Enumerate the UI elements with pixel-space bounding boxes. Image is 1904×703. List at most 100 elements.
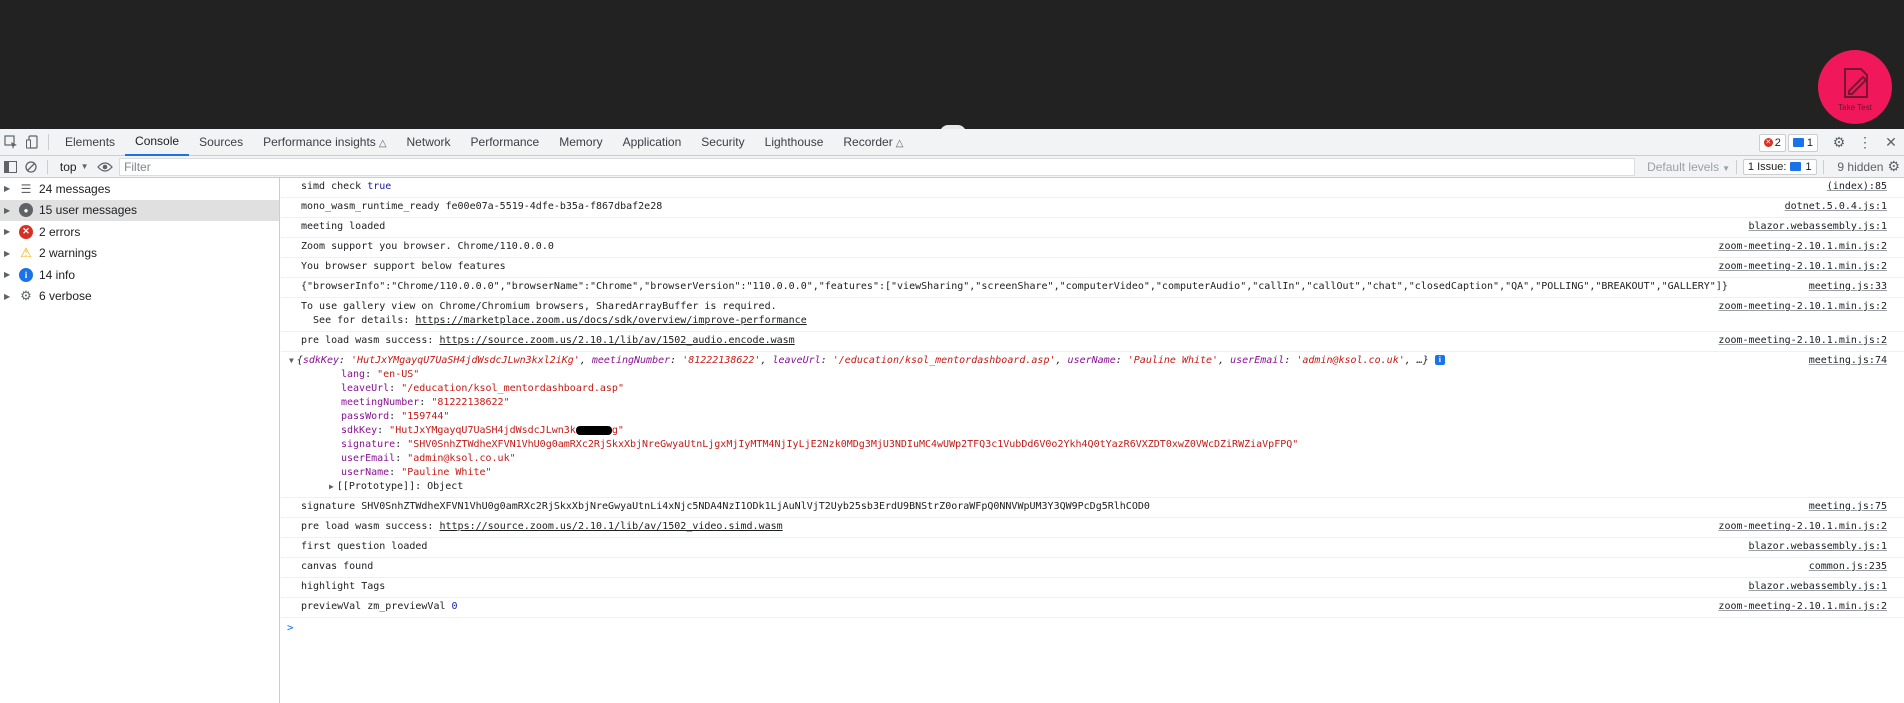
sidebar-item-warnings[interactable]: ▶ ⚠ 2 warnings [0,243,279,265]
object-property: passWord: "159744" [341,411,450,422]
issues-label: 1 Issue: [1747,160,1787,173]
sidebar-item-verbose[interactable]: ▶ ⚙ 6 verbose [0,286,279,308]
expand-arrow-icon[interactable]: ▶ [4,270,14,279]
sidebar-item-messages[interactable]: ▶ ☰ 24 messages [0,178,279,200]
expand-arrow-icon[interactable]: ▶ [4,206,14,215]
tab-performance-insights[interactable]: Performance insights △ [253,129,396,156]
sidebar-item-label: 15 user messages [39,203,138,218]
source-link[interactable]: zoom-meeting-2.10.1.min.js:2 [1718,520,1887,534]
console-message: meeting loaded blazor.webassembly.js:1 [281,218,1904,238]
console-settings-gear-icon[interactable]: ⚙ [1883,156,1904,178]
expand-arrow-icon[interactable]: ▶ [4,249,14,258]
source-link[interactable]: dotnet.5.0.4.js:1 [1785,200,1887,214]
message-text: meeting loaded [301,221,386,232]
tab-application[interactable]: Application [613,129,692,156]
preview-user-name: 'Pauline White' [1127,355,1219,366]
experimental-flask-icon: △ [895,137,904,149]
error-icon: ✕ [1763,138,1773,147]
take-test-button[interactable]: Take Test [1818,50,1892,124]
source-link[interactable]: blazor.webassembly.js:1 [1749,580,1887,594]
filter-input[interactable]: Filter [119,157,1636,176]
message-text: pre load wasm success: [301,335,440,346]
tab-security[interactable]: Security [691,129,754,156]
live-expression-eye-icon[interactable] [95,156,116,178]
tab-console[interactable]: Console [125,129,190,156]
wasm-link[interactable]: https://source.zoom.us/2.10.1/lib/av/150… [439,521,782,532]
collapse-arrow-icon[interactable]: ▼ [289,356,294,365]
message-counter-button[interactable]: 1 [1787,133,1818,152]
log-levels-dropdown[interactable]: Default levels ▼ [1647,160,1730,174]
source-link[interactable]: blazor.webassembly.js:1 [1749,220,1887,234]
source-link[interactable]: meeting.js:75 [1809,500,1887,514]
source-link[interactable]: (index):85 [1827,180,1887,194]
docs-link[interactable]: https://marketplace.zoom.us/docs/sdk/ove… [415,315,806,326]
message-text: highlight Tags [301,581,386,592]
tab-sources[interactable]: Sources [189,129,253,156]
edit-document-icon [1844,67,1868,98]
source-link[interactable]: zoom-meeting-2.10.1.min.js:2 [1718,600,1887,614]
sidebar-item-label: 24 messages [39,181,111,196]
issues-count: 1 [1805,160,1812,173]
sidebar-item-label: 2 errors [39,224,81,239]
page-content-area: Take Test [0,0,1904,133]
error-counter-button[interactable]: ✕ 2 [1758,133,1786,152]
sidebar-item-label: 2 warnings [39,246,98,261]
inspect-element-icon[interactable] [0,129,22,156]
message-text: You browser support below features [301,261,506,272]
console-message: simd check true (index):85 [281,178,1904,198]
console-message: signature SHV0SnhZTWdheXFVN1VhU0g0amRXc2… [281,498,1904,518]
console-message: You browser support below features zoom-m… [281,258,1904,278]
message-text: mono_wasm_runtime_ready fe00e07a-5519-4d… [301,201,663,212]
device-toolbar-icon[interactable] [22,129,44,156]
source-link[interactable]: zoom-meeting-2.10.1.min.js:2 [1718,334,1887,348]
tab-elements[interactable]: Elements [55,129,125,156]
tab-lighthouse[interactable]: Lighthouse [755,129,834,156]
sidebar-item-info[interactable]: ▶ i 14 info [0,264,279,286]
clear-console-icon[interactable] [21,156,42,178]
source-link[interactable]: meeting.js:74 [1809,354,1887,368]
source-link[interactable]: zoom-meeting-2.10.1.min.js:2 [1718,300,1887,314]
issues-button[interactable]: 1 Issue: 1 [1742,158,1817,175]
message-icon [1792,138,1804,147]
execution-context-select[interactable]: top ▼ [54,156,95,178]
tab-memory[interactable]: Memory [549,129,612,156]
context-value: top [59,159,77,174]
expand-arrow-icon[interactable]: ▶ [329,482,334,491]
expand-arrow-icon[interactable]: ▶ [4,292,14,301]
message-text: Zoom support you browser. Chrome/110.0.0… [301,241,554,252]
message-value: 0 [451,601,458,612]
tab-recorder[interactable]: Recorder △ [833,129,913,156]
user-icon: ● [19,203,33,218]
tab-label: Recorder [843,134,893,149]
close-icon[interactable]: ✕ [1878,129,1904,156]
wasm-link[interactable]: https://source.zoom.us/2.10.1/lib/av/150… [439,335,794,346]
source-link[interactable]: blazor.webassembly.js:1 [1749,540,1887,554]
source-link[interactable]: zoom-meeting-2.10.1.min.js:2 [1718,260,1887,274]
object-property: signature: "SHV0SnhZTWdheXFVN1VhU0g0amRX… [341,439,1299,450]
tab-network[interactable]: Network [397,129,461,156]
object-property: userName: "Pauline White" [341,467,492,478]
expand-arrow-icon[interactable]: ▶ [4,184,14,193]
bug-icon: ⚙ [20,288,32,304]
object-property: userEmail: "admin@ksol.co.uk" [341,453,516,464]
sidebar-item-user-messages[interactable]: ▶ ● 15 user messages [0,199,279,221]
object-preview[interactable]: ▼ {sdkKey: 'HutJxYMgayqU7UaSH4jdWsdcJLwn3… [289,355,1429,366]
info-icon[interactable]: i [1434,355,1445,365]
console-message: pre load wasm success: https://source.zo… [281,518,1904,538]
message-text: simd check [301,181,368,192]
sidebar-item-errors[interactable]: ▶ ✕ 2 errors [0,221,279,243]
gear-icon[interactable]: ⚙ [1826,129,1852,156]
devtools-right-controls: ✕ 2 1 ⚙ ⋮ ✕ [1758,129,1904,156]
source-link[interactable]: meeting.js:33 [1809,280,1887,294]
tab-performance[interactable]: Performance [461,129,550,156]
sidebar-toggle-icon[interactable] [0,156,21,178]
expand-arrow-icon[interactable]: ▶ [4,227,14,236]
console-prompt-input[interactable]: > [281,618,1904,634]
console-object-message[interactable]: ▼ {sdkKey: 'HutJxYMgayqU7UaSH4jdWsdcJLwn3… [281,352,1904,498]
error-count: 2 [1774,136,1781,149]
message-text: previewVal zm_previewVal [301,601,452,612]
more-options-icon[interactable]: ⋮ [1852,129,1878,156]
source-link[interactable]: zoom-meeting-2.10.1.min.js:2 [1718,240,1887,254]
object-prototype[interactable]: ▶ [[Prototype]]: Object [301,481,463,492]
source-link[interactable]: common.js:235 [1809,560,1887,574]
